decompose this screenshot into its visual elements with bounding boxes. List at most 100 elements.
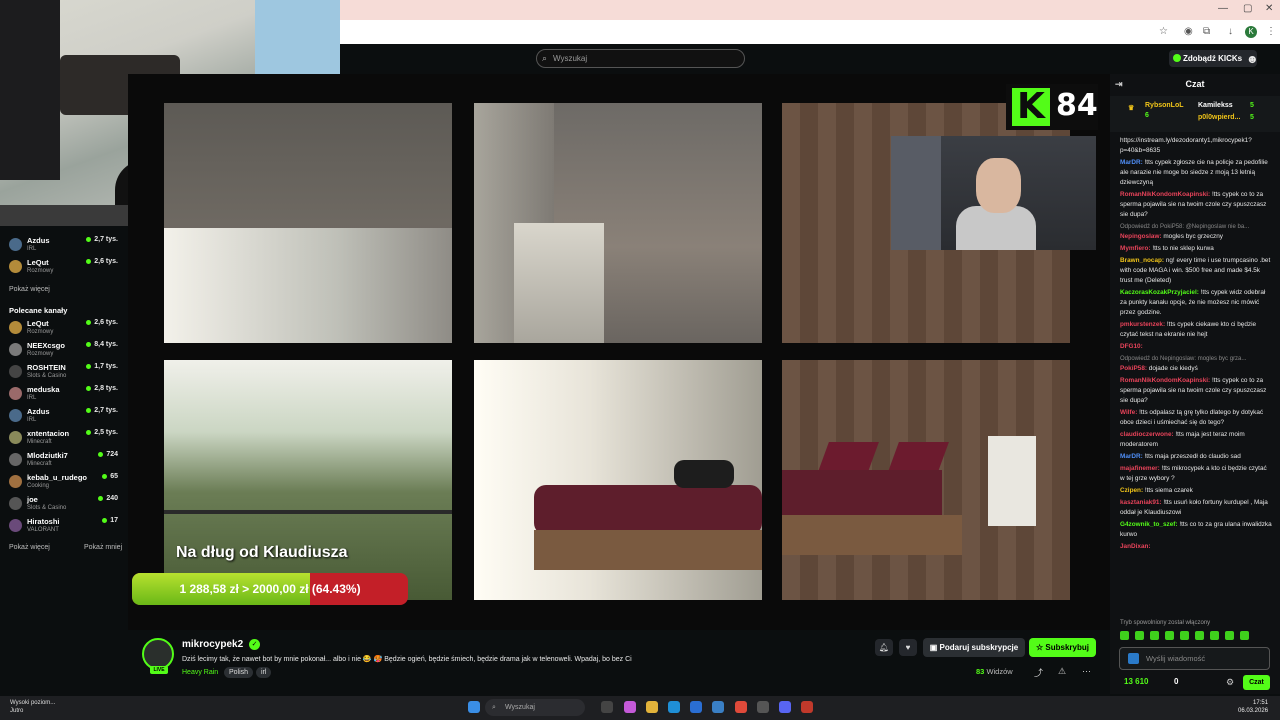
chat-username[interactable]: claudioczerwone: bbox=[1120, 431, 1174, 438]
system-clock[interactable]: 17:51 06.03.2026 bbox=[1238, 699, 1268, 715]
show-more-link[interactable]: Pokaż więcej bbox=[9, 286, 50, 293]
chat-username[interactable]: Wilfe: bbox=[1120, 409, 1137, 416]
leader-name[interactable]: RybsonLoL bbox=[1145, 102, 1184, 109]
chat-username[interactable]: RomanNikKondomKoapinski: bbox=[1120, 377, 1210, 384]
channel-category: Rozmowy bbox=[27, 351, 54, 357]
stream-category[interactable]: Heavy Rain bbox=[182, 669, 218, 676]
app-icon[interactable] bbox=[801, 701, 813, 713]
chat-username[interactable]: Czipen: bbox=[1120, 487, 1143, 494]
app-icon[interactable] bbox=[690, 701, 702, 713]
chat-username[interactable]: MarDR: bbox=[1120, 453, 1143, 460]
heart-icon[interactable]: ♥ bbox=[899, 639, 917, 656]
sidebar-channel-lequt[interactable]: LeQut Rozmowy 2,6 tys. bbox=[9, 319, 124, 341]
app-icon[interactable] bbox=[712, 701, 724, 713]
sidebar-channel-xntentacion[interactable]: xntentacion Minecraft 2,5 tys. bbox=[9, 429, 124, 451]
chat-username[interactable]: pmkurstenzek: bbox=[1120, 321, 1165, 328]
emote-icon[interactable] bbox=[1135, 631, 1144, 640]
sidebar-channel-joe[interactable]: joe Slots & Casino 240 bbox=[9, 495, 124, 517]
emote-icon[interactable] bbox=[1225, 631, 1234, 640]
weather-widget[interactable]: Wysoki poziom... Jutro bbox=[10, 699, 55, 715]
leader-name[interactable]: p0l0wpierd... bbox=[1198, 114, 1240, 121]
sidebar-channel-hiratoshi[interactable]: Hiratoshi VALORANT 17 bbox=[9, 517, 124, 539]
sidebar-channel-azdus[interactable]: Azdus IRL 2,7 tys. bbox=[9, 236, 124, 258]
restore-icon[interactable]: ▢ bbox=[1243, 3, 1252, 14]
report-icon[interactable]: ⚠ bbox=[1058, 666, 1066, 677]
chat-username[interactable]: DFG10: bbox=[1120, 343, 1143, 350]
channel-avatar bbox=[9, 519, 22, 532]
emote-icon[interactable] bbox=[1195, 631, 1204, 640]
collapse-chat-icon[interactable]: ⇥ bbox=[1115, 74, 1123, 94]
chat-username[interactable]: JanDixan: bbox=[1120, 543, 1151, 550]
windows-start-icon[interactable] bbox=[468, 701, 480, 713]
settings-gear-icon[interactable]: ⚙ bbox=[1226, 677, 1234, 688]
minimize-icon[interactable]: — bbox=[1218, 3, 1228, 14]
streamer-avatar[interactable]: LIVE bbox=[142, 638, 174, 674]
chat-username[interactable]: Mymfiero: bbox=[1120, 245, 1151, 252]
video-player[interactable]: K 84 Na dług od Klaudiusza 1 288,58 zł >… bbox=[128, 74, 1110, 630]
chat-username[interactable]: KaczorasKozakPrzyjaciel: bbox=[1120, 289, 1199, 296]
stream-title: Dziś lecimy tak, że nawet bot by mnie po… bbox=[182, 656, 632, 663]
emote-picker-icon[interactable] bbox=[1128, 653, 1139, 664]
emote-icon[interactable] bbox=[1150, 631, 1159, 640]
taskbar-search[interactable]: ⌕ Wyszukaj bbox=[485, 699, 585, 716]
show-more-link[interactable]: Pokaż więcej bbox=[9, 544, 50, 551]
discord-icon[interactable] bbox=[779, 701, 791, 713]
emote-icon[interactable] bbox=[1180, 631, 1189, 640]
subscribe-button[interactable]: ☆ Subskrybuj bbox=[1029, 638, 1096, 657]
edge-icon[interactable] bbox=[668, 701, 680, 713]
emote-icon[interactable] bbox=[1240, 631, 1249, 640]
tag-polish[interactable]: Polish bbox=[224, 667, 254, 678]
sidebar-channel-mlodziutki7[interactable]: Mlodziutki7 Minecraft 724 bbox=[9, 451, 124, 473]
chat-username[interactable]: RomanNikKondomKoapinski: bbox=[1120, 191, 1210, 198]
leader-name[interactable]: Kamilekss bbox=[1198, 102, 1233, 109]
goal-progress-bar: 1 288,58 zł > 2000,00 zł (64.43%) bbox=[132, 573, 408, 605]
gift-subscription-button[interactable]: ▣ Podaruj subskrypcje bbox=[923, 638, 1025, 657]
chrome-icon[interactable] bbox=[735, 701, 747, 713]
chat-username[interactable]: G4zownik_to_szef: bbox=[1120, 521, 1178, 528]
clock-time: 17:51 bbox=[1253, 700, 1269, 706]
channel-viewers: 2,7 tys. bbox=[86, 236, 118, 243]
user-avatar[interactable]: ☻ bbox=[1246, 52, 1259, 66]
chat-username[interactable]: PokiP58: bbox=[1120, 365, 1147, 372]
sidebar-channel-roshtein[interactable]: ROSHTEIN Slots & Casino 1,7 tys. bbox=[9, 363, 124, 385]
chat-username[interactable]: majafinemer: bbox=[1120, 465, 1160, 472]
emote-icon[interactable] bbox=[1120, 631, 1129, 640]
get-kicks-button[interactable]: Zdobądź KICKs bbox=[1169, 50, 1257, 67]
chat-username[interactable]: Nepingoslaw: bbox=[1120, 233, 1162, 240]
browser-address-bar[interactable] bbox=[340, 20, 1280, 44]
copilot-icon[interactable] bbox=[624, 701, 636, 713]
downloads-icon[interactable]: ↓ bbox=[1228, 26, 1233, 37]
send-chat-button[interactable]: Czat bbox=[1243, 675, 1270, 690]
sidebar-channel-lequt[interactable]: LeQut Rozmowy 2,6 tys. bbox=[9, 258, 124, 280]
search-input[interactable]: ⌕ Wyszukaj bbox=[536, 49, 745, 68]
app-icon[interactable] bbox=[757, 701, 769, 713]
chat-username[interactable]: kasztaniak91: bbox=[1120, 499, 1162, 506]
more-options-icon[interactable]: ⋯ bbox=[1082, 666, 1091, 677]
cast-icon[interactable]: ◉ bbox=[1184, 26, 1193, 37]
close-icon[interactable]: ✕ bbox=[1265, 3, 1273, 14]
kicks-points-counter[interactable]: 13 610 bbox=[1124, 677, 1148, 686]
channel-name: NEEXcsgo bbox=[27, 341, 65, 350]
chat-username[interactable]: MarDR: bbox=[1120, 159, 1143, 166]
sidebar-channel-azdus[interactable]: Azdus IRL 2,7 tys. bbox=[9, 407, 124, 429]
tag-irl[interactable]: irl bbox=[256, 667, 272, 678]
sidebar-channel-kebab_u_rudego[interactable]: kebab_u_rudego Cooking 65 bbox=[9, 473, 124, 495]
show-less-link[interactable]: Pokaż mniej bbox=[84, 544, 122, 551]
notification-bell-icon[interactable]: 🔔︎ bbox=[875, 639, 893, 656]
streamer-name[interactable]: mikrocypek2 bbox=[182, 639, 243, 650]
bookmark-star-icon[interactable]: ☆ bbox=[1159, 26, 1168, 37]
browser-menu-icon[interactable]: ⋮ bbox=[1266, 26, 1276, 37]
sidebar-channel-neexcsgo[interactable]: NEEXcsgo Rozmowy 8,4 tys. bbox=[9, 341, 124, 363]
task-view-icon[interactable] bbox=[601, 701, 613, 713]
chat-username[interactable]: Brawn_nocap: bbox=[1120, 257, 1164, 264]
chat-message-input[interactable]: Wyślij wiadomość bbox=[1119, 647, 1270, 670]
extensions-icon[interactable]: ⧉ bbox=[1203, 26, 1210, 37]
emote-icon[interactable] bbox=[1165, 631, 1174, 640]
stream-info-bar: LIVE mikrocypek2 ✓ Dziś lecimy tak, że n… bbox=[128, 630, 1110, 692]
browser-profile-avatar[interactable]: K bbox=[1245, 26, 1257, 38]
emote-icon[interactable] bbox=[1210, 631, 1219, 640]
channel-points-counter[interactable]: 0 bbox=[1174, 677, 1178, 686]
file-explorer-icon[interactable] bbox=[646, 701, 658, 713]
share-icon[interactable]: ⤴ bbox=[1034, 666, 1043, 679]
sidebar-channel-meduska[interactable]: meduska IRL 2,8 tys. bbox=[9, 385, 124, 407]
